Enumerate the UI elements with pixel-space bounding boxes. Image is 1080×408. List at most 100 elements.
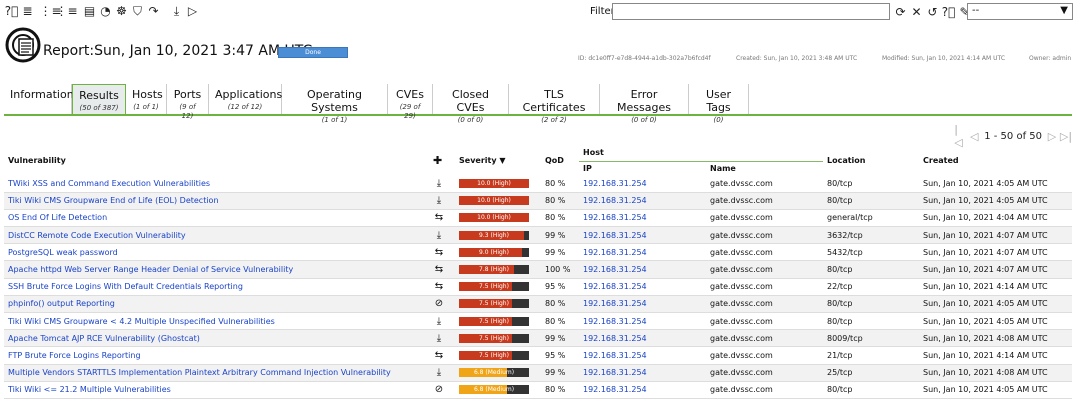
col-vulnerability[interactable]: Vulnerability	[4, 145, 429, 175]
table-row[interactable]: DistCC Remote Code Execution Vulnerabili…	[4, 226, 1072, 244]
tab-cves[interactable]: CVEs (29 of 29)	[388, 84, 433, 120]
vulnerability-link[interactable]: OS End Of Life Detection	[8, 213, 107, 222]
report-modified: Modified: Sun, Jan 10, 2021 4:14 AM UTC	[882, 55, 1006, 62]
col-created[interactable]: Created	[919, 145, 1072, 175]
vulnerability-link[interactable]: Tiki Wiki CMS Groupware End of Life (EOL…	[8, 196, 219, 205]
vulnerability-link[interactable]: Tiki Wiki <= 21.2 Multiple Vulnerabiliti…	[8, 385, 171, 394]
severity-label: 7.5 (High)	[479, 283, 509, 291]
tab-hosts[interactable]: Hosts (1 of 1)	[126, 84, 167, 114]
tab-information[interactable]: Information	[4, 84, 74, 114]
vulnerability-link[interactable]: PostgreSQL weak password	[8, 248, 118, 257]
list-icon[interactable]: ≣	[20, 3, 35, 18]
filter-select[interactable]: -- ▼	[967, 3, 1073, 20]
tab-operating-systems[interactable]: Operating Systems (1 of 1)	[282, 84, 388, 124]
alert-icon[interactable]: ↷	[146, 3, 161, 18]
vulnerability-link[interactable]: Multiple Vendors STARTTLS Implementation…	[8, 368, 391, 377]
next-page-icon[interactable]: ▷	[1046, 130, 1058, 143]
vulnerability-link[interactable]: DistCC Remote Code Execution Vulnerabili…	[8, 231, 186, 240]
col-severity[interactable]: Severity ▼	[455, 145, 541, 175]
cell-host-name: gate.dvssc.com	[710, 299, 773, 309]
table-row[interactable]: TWiki XSS and Command Execution Vulnerab…	[4, 175, 1072, 193]
host-ip-link[interactable]: 192.168.31.254	[583, 196, 647, 205]
tab-label: Operating Systems	[307, 88, 362, 114]
report-format-icon[interactable]: ▤	[82, 3, 97, 18]
severity-label: 7.5 (High)	[479, 317, 509, 325]
host-ip-link[interactable]: 192.168.31.254	[583, 282, 647, 291]
solution-type-header[interactable]: ✚	[429, 145, 455, 175]
host-ip-link[interactable]: 192.168.31.254	[583, 334, 647, 343]
vulnerability-link[interactable]: Apache httpd Web Server Range Header Den…	[8, 265, 293, 274]
refresh-icon[interactable]: ⟳	[893, 4, 908, 19]
host-ip-link[interactable]: 192.168.31.254	[583, 317, 647, 326]
host-ip-link[interactable]: 192.168.31.254	[583, 385, 647, 394]
table-row[interactable]: phpinfo() output Reporting ⊘ 7.5 (High) 80 …	[4, 295, 1072, 313]
vulnerability-link[interactable]: SSH Brute Force Logins With Default Cred…	[8, 282, 243, 291]
table-row[interactable]: FTP Brute Force Logins Reporting ⇆ 7.5 (Hi…	[4, 346, 1072, 365]
table-row[interactable]: PostgreSQL weak password ⇆ 9.0 (High) 99 % 1…	[4, 243, 1072, 261]
help-icon[interactable]: ?⃝	[941, 4, 956, 19]
host-ip-link[interactable]: 192.168.31.254	[583, 299, 647, 308]
col-location[interactable]: Location	[823, 145, 919, 175]
col-qod[interactable]: QoD	[541, 145, 579, 175]
host-ip-link[interactable]: 192.168.31.254	[583, 368, 647, 377]
tab-applications[interactable]: Applications (12 of 12)	[209, 84, 282, 114]
play-icon[interactable]: ▷	[185, 3, 200, 18]
tab-ports[interactable]: Ports (9 of 12)	[167, 84, 209, 120]
close-icon[interactable]: ✕	[909, 4, 924, 19]
col-ip[interactable]: IP	[579, 161, 706, 175]
table-row[interactable]: Apache httpd Web Server Range Header Den…	[4, 260, 1072, 279]
table-row[interactable]: Tiki Wiki CMS Groupware End of Life (EOL…	[4, 192, 1072, 210]
filter-select-value: --	[972, 5, 980, 16]
help-icon[interactable]: ?⃝	[4, 3, 19, 18]
download-icon[interactable]: ⤓	[169, 3, 184, 18]
status-label: Done	[305, 49, 321, 56]
shield-icon[interactable]: ⛉	[130, 3, 145, 18]
task-icon[interactable]: ◔	[98, 3, 113, 18]
host-ip-link[interactable]: 192.168.31.254	[583, 351, 647, 360]
cell-location: 80/tcp	[827, 385, 853, 395]
severity-label: 7.8 (High)	[479, 266, 509, 274]
delta-list-alt-icon[interactable]: ⋮≡	[55, 3, 77, 18]
host-ip-link[interactable]: 192.168.31.254	[583, 265, 647, 274]
table-row[interactable]: Apache Tomcat AJP RCE Vulnerability (Gho…	[4, 329, 1072, 347]
table-row[interactable]: OS End Of Life Detection ⇆ 10.0 (High) 80 %…	[4, 209, 1072, 227]
filter-input[interactable]	[612, 3, 890, 20]
table-row[interactable]: Tiki Wiki <= 21.2 Multiple Vulnerabiliti…	[4, 381, 1072, 399]
tab-closed-cves[interactable]: Closed CVEs (0 of 0)	[433, 84, 509, 124]
settings-icon[interactable]: ☸	[114, 3, 129, 18]
mitigation-icon: ⇆	[434, 281, 444, 293]
vulnerability-link[interactable]: FTP Brute Force Logins Reporting	[8, 351, 141, 360]
tab-results[interactable]: Results (50 of 387)	[72, 84, 126, 114]
severity-label: 10.0 (High)	[477, 197, 511, 205]
vulnerability-link[interactable]: phpinfo() output Reporting	[8, 299, 115, 308]
vulnerability-link[interactable]: Tiki Wiki CMS Groupware < 4.2 Multiple U…	[8, 317, 275, 326]
cell-created: Sun, Jan 10, 2021 4:08 AM UTC	[923, 333, 1048, 343]
cell-vulnerability: TWiki XSS and Command Execution Vulnerab…	[4, 175, 429, 192]
host-ip-link[interactable]: 192.168.31.254	[583, 213, 647, 222]
table-row[interactable]: SSH Brute Force Logins With Default Cred…	[4, 278, 1072, 296]
reset-icon[interactable]: ↺	[925, 4, 940, 19]
tab-user-tags[interactable]: User Tags (0)	[689, 84, 749, 124]
tab-bar: Information Results (50 of 387) Hosts (1…	[4, 84, 1072, 124]
host-ip-link[interactable]: 192.168.31.254	[583, 179, 647, 188]
cell-ip: 192.168.31.254	[579, 261, 706, 278]
last-page-icon[interactable]: ▷|	[1060, 130, 1072, 143]
tab-tls-certificates[interactable]: TLS Certificates (2 of 2)	[509, 84, 600, 124]
table-row[interactable]: Multiple Vendors STARTTLS Implementation…	[4, 364, 1072, 382]
host-ip-link[interactable]: 192.168.31.254	[583, 248, 647, 257]
previous-page-icon[interactable]: ◁	[968, 130, 980, 143]
tab-error-messages[interactable]: Error Messages (0 of 0)	[600, 84, 689, 124]
severity-label: 9.3 (High)	[479, 231, 509, 239]
cell-solution-type: ⤓	[429, 313, 455, 330]
table-row[interactable]: Tiki Wiki CMS Groupware < 4.2 Multiple U…	[4, 312, 1072, 330]
vulnerability-link[interactable]: TWiki XSS and Command Execution Vulnerab…	[8, 179, 210, 188]
tab-count: (1 of 1)	[133, 103, 159, 111]
cell-host-name: gate.dvssc.com	[710, 247, 773, 257]
host-ip-link[interactable]: 192.168.31.254	[583, 231, 647, 240]
col-name[interactable]: Name	[706, 161, 823, 175]
chevron-down-icon: ▼	[1060, 5, 1068, 16]
vulnerability-link[interactable]: Apache Tomcat AJP RCE Vulnerability (Gho…	[8, 334, 200, 343]
cell-ip: 192.168.31.254	[579, 381, 706, 398]
first-page-icon[interactable]: |◁	[954, 123, 966, 149]
cell-ip: 192.168.31.254	[579, 244, 706, 261]
